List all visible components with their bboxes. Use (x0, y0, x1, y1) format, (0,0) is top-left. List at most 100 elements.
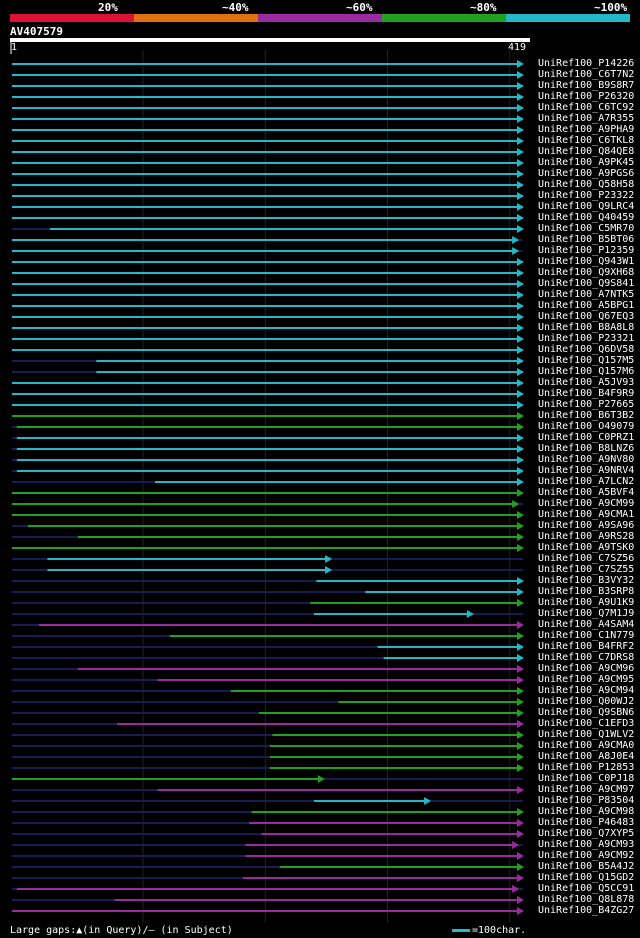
hit-name[interactable]: UniRef100_B5BT06 (538, 234, 634, 245)
hit-name[interactable]: UniRef100_C6TKL8 (538, 135, 634, 146)
hit-name[interactable]: UniRef100_A9CM94 (538, 685, 634, 696)
hit-name[interactable]: UniRef100_C7SZ56 (538, 553, 634, 564)
hit-name[interactable]: UniRef100_P12359 (538, 245, 634, 256)
hit-name[interactable]: UniRef100_A9NV80 (538, 454, 634, 465)
hit-name[interactable]: UniRef100_Q5CC91 (538, 883, 634, 894)
hit-name[interactable]: UniRef100_Q8L878 (538, 894, 634, 905)
hit-name[interactable]: UniRef100_B3VY32 (538, 575, 634, 586)
hit-arrow-icon (517, 423, 524, 431)
hit-name[interactable]: UniRef100_Q157M6 (538, 366, 634, 377)
hit-name[interactable]: UniRef100_Q15GD2 (538, 872, 634, 883)
hit-name[interactable]: UniRef100_A5JV93 (538, 377, 634, 388)
hit-name[interactable]: UniRef100_Q943W1 (538, 256, 634, 267)
hit-name[interactable]: UniRef100_A9CM96 (538, 663, 634, 674)
hit-name[interactable]: UniRef100_P27665 (538, 399, 634, 410)
hit-name[interactable]: UniRef100_A9PGS6 (538, 168, 634, 179)
hit-name[interactable]: UniRef100_B5A4J2 (538, 861, 634, 872)
hit-name[interactable]: UniRef100_Q6DV58 (538, 344, 634, 355)
hit-arrow-icon (517, 687, 524, 695)
hit-arrow-icon (517, 830, 524, 838)
hit-arrow-icon (517, 280, 524, 288)
hit-name[interactable]: UniRef100_Q9LRC4 (538, 201, 634, 212)
hit-name[interactable]: UniRef100_Q40459 (538, 212, 634, 223)
hit-name[interactable]: UniRef100_A9PK45 (538, 157, 634, 168)
hit-name[interactable]: UniRef100_A9U1K9 (538, 597, 634, 608)
large-gaps-legend: Large gaps:▲(in Query)/– (in Subject) (10, 925, 233, 936)
hit-name[interactable]: UniRef100_Q1WLV2 (538, 729, 634, 740)
hit-name[interactable]: UniRef100_A7LCN2 (538, 476, 634, 487)
hit-name[interactable]: UniRef100_A9NRV4 (538, 465, 634, 476)
hit-name[interactable]: UniRef100_A9CM97 (538, 784, 634, 795)
hit-name[interactable]: UniRef100_C1EFD3 (538, 718, 634, 729)
hit-name[interactable]: UniRef100_A7R355 (538, 113, 634, 124)
hit-name[interactable]: UniRef100_A9CM99 (538, 498, 634, 509)
hit-arrow-icon (517, 907, 524, 915)
hit-arrow-icon (512, 236, 520, 244)
hit-name[interactable]: UniRef100_P26320 (538, 91, 634, 102)
hit-name[interactable]: UniRef100_Q9SBN6 (538, 707, 634, 718)
hit-name[interactable]: UniRef100_A9CMA1 (538, 509, 634, 520)
hit-name[interactable]: UniRef100_A5BVF4 (538, 487, 634, 498)
hit-name[interactable]: UniRef100_C0PJ18 (538, 773, 634, 784)
hit-name[interactable]: UniRef100_P46483 (538, 817, 634, 828)
hit-name[interactable]: UniRef100_A8J0E4 (538, 751, 634, 762)
hit-name[interactable]: UniRef100_B6T3B2 (538, 410, 634, 421)
hit-name[interactable]: UniRef100_P23321 (538, 333, 634, 344)
hit-name[interactable]: UniRef100_P83504 (538, 795, 634, 806)
hit-name[interactable]: UniRef100_C1N779 (538, 630, 634, 641)
hit-name[interactable]: UniRef100_Q84QE8 (538, 146, 634, 157)
hit-arrow-icon (512, 247, 520, 255)
hit-name[interactable]: UniRef100_Q67EQ3 (538, 311, 634, 322)
hit-name[interactable]: UniRef100_Q58H58 (538, 179, 634, 190)
hit-name[interactable]: UniRef100_A9PHA9 (538, 124, 634, 135)
hit-arrow-icon (517, 676, 524, 684)
hit-name[interactable]: UniRef100_B3SRP8 (538, 586, 634, 597)
hit-name[interactable]: UniRef100_A5BPG1 (538, 300, 634, 311)
hit-name[interactable]: UniRef100_C0PRZ1 (538, 432, 634, 443)
hit-name[interactable]: UniRef100_C6T7N2 (538, 69, 634, 80)
hit-name[interactable]: UniRef100_Q00WJ2 (538, 696, 634, 707)
hit-name[interactable]: UniRef100_P12853 (538, 762, 634, 773)
hit-name[interactable]: UniRef100_A9RS28 (538, 531, 634, 542)
hit-name[interactable]: UniRef100_Q157M5 (538, 355, 634, 366)
hit-arrow-icon (517, 346, 524, 354)
hit-name[interactable]: UniRef100_A9CMA0 (538, 740, 634, 751)
hit-name[interactable]: UniRef100_A9CM95 (538, 674, 634, 685)
hit-arrow-icon (517, 599, 524, 607)
scale-bar-icon (452, 928, 470, 932)
hit-arrow-icon (517, 588, 524, 596)
hit-arrow-icon (517, 357, 524, 365)
hit-name[interactable]: UniRef100_B8LNZ6 (538, 443, 634, 454)
hit-name[interactable]: UniRef100_B9S8R7 (538, 80, 634, 91)
hit-name[interactable]: UniRef100_C6TC92 (538, 102, 634, 113)
hit-name[interactable]: UniRef100_P14226 (538, 58, 634, 69)
hit-name[interactable]: UniRef100_B4FRF2 (538, 641, 634, 652)
hit-arrow-icon (517, 93, 524, 101)
hit-name[interactable]: UniRef100_P23322 (538, 190, 634, 201)
hit-arrow-icon (517, 335, 524, 343)
hit-name[interactable]: UniRef100_C7DRS8 (538, 652, 634, 663)
hit-name[interactable]: UniRef100_B4ZG27 (538, 905, 634, 916)
hit-name[interactable]: UniRef100_C7SZ55 (538, 564, 634, 575)
hit-name[interactable]: UniRef100_Q7XYP5 (538, 828, 634, 839)
hit-arrow-icon (517, 621, 524, 629)
hit-name[interactable]: UniRef100_A9CM92 (538, 850, 634, 861)
hit-name[interactable]: UniRef100_A4SAM4 (538, 619, 634, 630)
hit-arrow-icon (517, 698, 524, 706)
hit-name[interactable]: UniRef100_C5MR70 (538, 223, 634, 234)
hit-name[interactable]: UniRef100_A9CM93 (538, 839, 634, 850)
hit-arrow-icon (517, 819, 524, 827)
hit-name[interactable]: UniRef100_Q9S841 (538, 278, 634, 289)
hit-name[interactable]: UniRef100_Q9XH68 (538, 267, 634, 278)
hit-name[interactable]: UniRef100_A9CM98 (538, 806, 634, 817)
hit-name[interactable]: UniRef100_A7NTK5 (538, 289, 634, 300)
hit-name[interactable]: UniRef100_Q7M1J9 (538, 608, 634, 619)
hit-arrow-icon (517, 170, 524, 178)
hit-name[interactable]: UniRef100_B4F9R9 (538, 388, 634, 399)
hit-arrow-icon (517, 269, 524, 277)
hit-name[interactable]: UniRef100_O49079 (538, 421, 634, 432)
hit-name[interactable]: UniRef100_B8A8L8 (538, 322, 634, 333)
hit-arrow-icon (517, 203, 524, 211)
hit-name[interactable]: UniRef100_A9TSK0 (538, 542, 634, 553)
hit-name[interactable]: UniRef100_A9SA96 (538, 520, 634, 531)
